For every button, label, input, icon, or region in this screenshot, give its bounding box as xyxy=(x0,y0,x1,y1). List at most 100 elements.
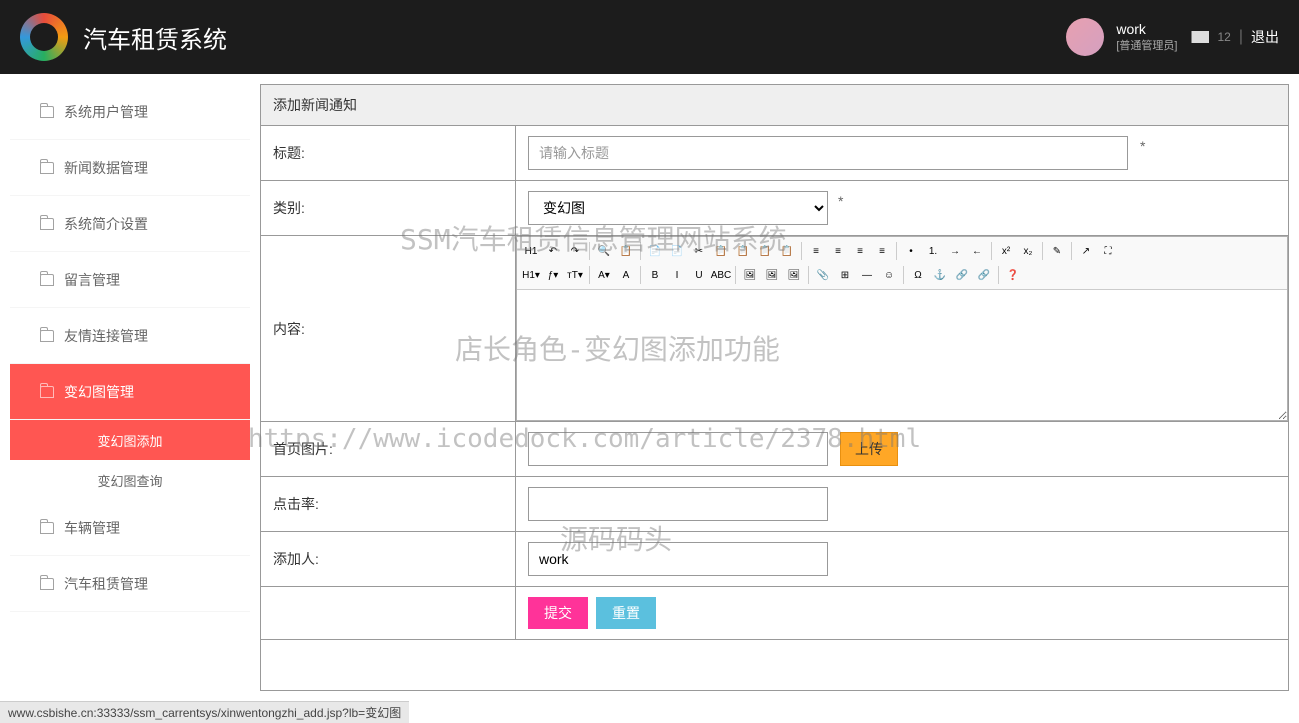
editor-tool[interactable]: ☺ xyxy=(879,265,899,285)
editor-tool[interactable]: 📎 xyxy=(813,265,833,285)
header: 汽车租赁系统 work [普通管理员] 12 | 退出 xyxy=(0,0,1299,74)
editor-tool[interactable]: — xyxy=(857,265,877,285)
editor-tool[interactable]: 📄 xyxy=(667,241,687,261)
editor-tool[interactable]: ↶ xyxy=(543,241,563,261)
sidebar-item-slider[interactable]: 变幻图管理 xyxy=(10,364,250,420)
title-input[interactable] xyxy=(528,136,1128,170)
editor-tool[interactable]: ↗ xyxy=(1076,241,1096,261)
sidebar-item-msg[interactable]: 留言管理 xyxy=(10,252,250,308)
editor-tool[interactable]: 📋 xyxy=(711,241,731,261)
sidebar-label: 系统简介设置 xyxy=(64,214,148,234)
sidebar-item-vehicle[interactable]: 车辆管理 xyxy=(10,500,250,556)
sidebar-item-news[interactable]: 新闻数据管理 xyxy=(10,140,250,196)
editor-tool[interactable]: x² xyxy=(996,241,1016,261)
user-info: work [普通管理员] xyxy=(1116,21,1177,53)
editor-tool[interactable]: 🔗 xyxy=(952,265,972,285)
editor-tool[interactable]: ↷ xyxy=(565,241,585,261)
form-header: 添加新闻通知 xyxy=(261,85,1288,126)
logo-icon xyxy=(20,13,68,61)
label-content: 内容: xyxy=(261,236,516,421)
editor-tool[interactable]: ≡ xyxy=(850,241,870,261)
editor-tool[interactable]: ← xyxy=(967,241,987,261)
sidebar-sub-slider-query[interactable]: 变幻图查询 xyxy=(10,460,250,500)
folder-icon xyxy=(40,386,54,398)
label-title: 标题: xyxy=(261,126,516,180)
editor-tool[interactable]: A▾ xyxy=(594,265,614,285)
folder-icon xyxy=(40,578,54,590)
sidebar-label: 汽车租赁管理 xyxy=(64,574,148,594)
editor-tool[interactable]: ⛶ xyxy=(1098,241,1118,261)
label-empty xyxy=(261,587,516,639)
editor-tool[interactable]: 🖼 xyxy=(762,265,782,285)
editor-tool[interactable]: H1▾ xyxy=(521,265,541,285)
editor-tool[interactable]: ⊞ xyxy=(835,265,855,285)
msg-count: 12 xyxy=(1217,30,1230,44)
editor-toolbar: H1↶↷🔍📋📄📄✂📋📋📋📋≡≡≡≡•1.→←x²x₂✎↗⛶ H1▾ƒ▾тT▾A▾… xyxy=(517,237,1287,290)
header-right: 12 | 退出 xyxy=(1191,27,1279,47)
avatar[interactable] xyxy=(1066,18,1104,56)
user-role: [普通管理员] xyxy=(1116,37,1177,53)
editor-tool[interactable]: 1. xyxy=(923,241,943,261)
label-adder: 添加人: xyxy=(261,532,516,586)
editor-tool[interactable]: 🖼 xyxy=(740,265,760,285)
editor-tool[interactable]: ✂ xyxy=(689,241,709,261)
folder-icon xyxy=(40,162,54,174)
editor-tool[interactable]: тT▾ xyxy=(565,265,585,285)
editor-tool[interactable]: Ω xyxy=(908,265,928,285)
mail-icon[interactable] xyxy=(1191,31,1209,43)
category-select[interactable]: 变幻图 xyxy=(528,191,828,225)
sidebar-label: 新闻数据管理 xyxy=(64,158,148,178)
sidebar-sub-slider-add[interactable]: 变幻图添加 xyxy=(10,420,250,460)
submit-button[interactable]: 提交 xyxy=(528,597,588,629)
editor-tool[interactable]: H1 xyxy=(521,241,541,261)
editor-tool[interactable]: x₂ xyxy=(1018,241,1038,261)
folder-icon xyxy=(40,218,54,230)
editor-tool[interactable]: 🔍 xyxy=(594,241,614,261)
editor-tool[interactable]: 🖼 xyxy=(784,265,804,285)
logout-link[interactable]: 退出 xyxy=(1251,27,1279,47)
editor-tool[interactable]: ✎ xyxy=(1047,241,1067,261)
sidebar-label: 变幻图管理 xyxy=(64,382,134,402)
sidebar: 系统用户管理 新闻数据管理 系统简介设置 留言管理 友情连接管理 变幻图管理 变… xyxy=(10,84,250,691)
editor-tool[interactable]: U xyxy=(689,265,709,285)
sidebar-label: 友情连接管理 xyxy=(64,326,148,346)
editor-tool[interactable]: ƒ▾ xyxy=(543,265,563,285)
editor-tool[interactable]: • xyxy=(901,241,921,261)
label-image: 首页图片: xyxy=(261,422,516,476)
clicks-input[interactable] xyxy=(528,487,828,521)
user-name: work xyxy=(1116,21,1177,37)
editor-tool[interactable]: 📋 xyxy=(616,241,636,261)
editor-tool[interactable]: ≡ xyxy=(872,241,892,261)
editor-tool[interactable]: ❓ xyxy=(1003,265,1023,285)
editor-tool[interactable]: B xyxy=(645,265,665,285)
label-category: 类别: xyxy=(261,181,516,235)
editor-tool[interactable]: 📋 xyxy=(755,241,775,261)
editor-tool[interactable]: 📋 xyxy=(777,241,797,261)
editor-body[interactable] xyxy=(517,290,1287,420)
editor-tool[interactable]: ≡ xyxy=(828,241,848,261)
editor-tool[interactable]: A xyxy=(616,265,636,285)
divider: | xyxy=(1239,28,1243,46)
image-input[interactable] xyxy=(528,432,828,466)
sidebar-item-intro[interactable]: 系统简介设置 xyxy=(10,196,250,252)
folder-icon xyxy=(40,106,54,118)
folder-icon xyxy=(40,330,54,342)
reset-button[interactable]: 重置 xyxy=(596,597,656,629)
editor-tool[interactable]: ≡ xyxy=(806,241,826,261)
editor-tool[interactable]: ABC xyxy=(711,265,731,285)
editor-tool[interactable]: → xyxy=(945,241,965,261)
editor-tool[interactable]: 📋 xyxy=(733,241,753,261)
sidebar-item-links[interactable]: 友情连接管理 xyxy=(10,308,250,364)
sidebar-item-users[interactable]: 系统用户管理 xyxy=(10,84,250,140)
main-form: 添加新闻通知 标题: * 类别: * 变幻图 内容: H1↶↷🔍� xyxy=(260,84,1289,691)
editor-tool[interactable]: I xyxy=(667,265,687,285)
editor-tool[interactable]: 🔗 xyxy=(974,265,994,285)
rich-editor: H1↶↷🔍📋📄📄✂📋📋📋📋≡≡≡≡•1.→←x²x₂✎↗⛶ H1▾ƒ▾тT▾A▾… xyxy=(516,236,1288,421)
sidebar-item-rental[interactable]: 汽车租赁管理 xyxy=(10,556,250,612)
user-box: work [普通管理员] xyxy=(1066,18,1177,56)
editor-tool[interactable]: 📄 xyxy=(645,241,665,261)
upload-button[interactable]: 上传 xyxy=(840,432,898,466)
sidebar-label: 车辆管理 xyxy=(64,518,120,538)
adder-input xyxy=(528,542,828,576)
editor-tool[interactable]: ⚓ xyxy=(930,265,950,285)
